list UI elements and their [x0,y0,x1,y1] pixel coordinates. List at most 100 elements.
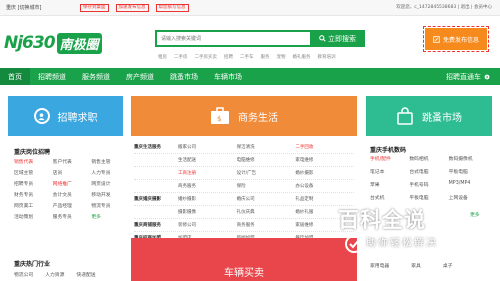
job-link[interactable]: 人力专员 [91,169,126,176]
city-switcher[interactable]: 重庆 [切换城市] [6,4,42,11]
job-link[interactable]: 网络推广 [53,180,88,187]
recruit-panel-header[interactable]: 招聘求职 [8,96,123,136]
job-link[interactable]: 销售主管 [91,158,126,165]
business-link[interactable]: 设计/广告 [237,170,296,176]
hotword[interactable]: 婚礼服务 [293,54,311,60]
business-link[interactable]: 婚纱摄影 [295,170,354,176]
flea-link[interactable]: 笔记本 [370,168,409,175]
flea-link[interactable]: 家具 [411,262,421,269]
hotword[interactable]: 二手房买卖 [195,54,218,60]
edit-icon [433,35,440,43]
business-link[interactable]: 二手回收 [295,144,354,150]
welcome-text[interactable]: 欢迎您，c_1472845538683 | 退出 | 会员中心 [396,4,492,10]
business-link[interactable]: 摄影摄像 [178,209,237,215]
publish-button[interactable]: 免费发布信息 [423,26,489,52]
hotword[interactable]: 招聘 [224,54,233,60]
job-link[interactable]: 网页设计 [91,180,126,187]
flea-link[interactable]: 数码相机 [409,155,448,162]
flea-link[interactable]: 平板电脑 [449,168,488,175]
flea-link[interactable]: MP3/MP4 [449,181,488,188]
shopping-bag-icon [397,107,413,125]
flea-link[interactable]: 数码摄像机 [449,155,488,162]
business-link[interactable]: 婚庆公司 [237,196,296,202]
main-nav: 首页 招聘频道 服务频道 房产频道 跳蚤市场 车辆市场 招聘直通车 [0,68,500,85]
search-input[interactable] [157,32,307,45]
job-link[interactable]: 物流专员 [91,202,126,209]
hotword[interactable]: 二手车 [240,54,254,60]
business-link[interactable]: 装修公司 [178,222,237,228]
job-link[interactable]: 销售代表 [14,158,49,165]
flea-link[interactable]: 台式机 [370,194,409,201]
business-link[interactable]: 保洁清洗 [237,144,296,150]
business-category[interactable]: 重庆商铺服务 [134,222,178,228]
business-panel-header[interactable]: $ 商务生活 [131,96,357,136]
flea-link[interactable]: 台式电脑 [409,168,448,175]
business-link[interactable]: 电脑维修 [237,157,296,163]
hotword[interactable]: 二手房 [174,54,188,60]
nav-flea[interactable]: 跳蚤市场 [162,68,206,85]
industry-link[interactable]: 人力资源 [45,271,64,278]
svg-text:$: $ [217,115,221,123]
business-link[interactable]: 工商注册 [178,170,237,176]
nav-jobs-express[interactable]: 招聘直通车 [446,68,490,85]
job-more-link[interactable]: 更多 [91,213,126,220]
hotword[interactable]: 服务 [261,54,270,60]
job-link[interactable]: 网页美工 [14,202,49,209]
flea-link[interactable]: 手机/配件 [370,155,409,162]
help-write-link[interactable]: 帮您撰写信息 [155,4,189,12]
nav-jobs[interactable]: 招聘频道 [30,68,74,85]
job-link[interactable]: 移动开发 [91,191,126,198]
flea-link[interactable]: 平板电脑 [409,194,448,201]
flea-link[interactable]: 手机号码 [409,181,448,188]
business-link[interactable]: 保险 [237,183,296,189]
job-link[interactable]: 产品经理 [53,202,88,209]
nav-home[interactable]: 首页 [0,68,30,85]
hotword[interactable]: 宠物 [277,54,286,60]
search-button[interactable]: 立即搜索 [310,30,365,47]
job-link[interactable]: 财务专员 [14,191,49,198]
tick-badge-icon [345,235,363,253]
vehicle-panel-header[interactable]: 车辆买卖 [131,238,357,281]
site-logo[interactable]: Nj630 南极圈 [4,30,122,56]
business-link[interactable]: 家电维修 [295,157,354,163]
save-desktop-link[interactable]: 保存到桌面 [80,4,109,12]
flea-link[interactable]: 上网设备 [449,194,488,201]
job-link[interactable]: 活动策划 [14,213,49,220]
business-link[interactable]: 婚纱摄影 [178,196,237,202]
flea-link[interactable]: 苹果 [370,181,409,188]
business-row: 生活配送 电脑维修 家电维修 [134,154,354,167]
business-row: 商务服务 保险 办公设备 [134,180,354,193]
nav-vehicles[interactable]: 车辆市场 [206,68,250,85]
chevron-right-icon [484,74,490,79]
hotword[interactable]: 租房 [158,54,167,60]
flea-link[interactable]: 家用电器 [370,262,389,269]
hotword[interactable]: 教育培训 [318,54,336,60]
flea-panel-header[interactable]: 跳蚤市场 [366,96,492,136]
business-link[interactable]: 礼品定制 [295,196,354,202]
industry-link[interactable]: 快递配送 [76,271,95,278]
industry-section-title: 重庆热门行业 [14,261,51,268]
job-link[interactable]: 服务专员 [53,213,88,220]
nav-services[interactable]: 服务频道 [74,68,118,85]
speed-publish-link[interactable]: 加速发布信息 [115,4,149,12]
watermark-subtitle: 助你轻松解决 [366,238,438,249]
job-link[interactable]: 店员 [53,169,88,176]
business-link[interactable]: 搬家公司 [178,144,237,150]
flea-link[interactable]: 桌子 [443,262,453,269]
business-row: 工商注册 设计/广告 婚纱摄影 [134,167,354,180]
job-link[interactable]: 区域主管 [14,169,49,176]
business-link[interactable]: 生活配送 [178,157,237,163]
logo-cn: 南极圈 [56,32,102,54]
business-link[interactable]: 礼仪庆典 [237,209,296,215]
industry-link[interactable]: 物流公司 [14,271,33,278]
job-link[interactable]: 招聘专员 [14,180,49,187]
business-link[interactable]: 商务服务 [178,183,237,189]
job-link[interactable]: 客户代表 [53,158,88,165]
business-category[interactable]: 重庆生活服务 [134,144,178,150]
nav-housing[interactable]: 房产频道 [118,68,162,85]
business-row: 重庆婚庆摄影 婚纱摄影 婚庆公司 礼品定制 [134,193,354,206]
business-category[interactable]: 重庆婚庆摄影 [134,196,178,202]
job-link[interactable]: 会计文员 [53,191,88,198]
business-link[interactable]: 办公设备 [295,183,354,189]
business-link[interactable]: 商务服务 [237,222,296,228]
